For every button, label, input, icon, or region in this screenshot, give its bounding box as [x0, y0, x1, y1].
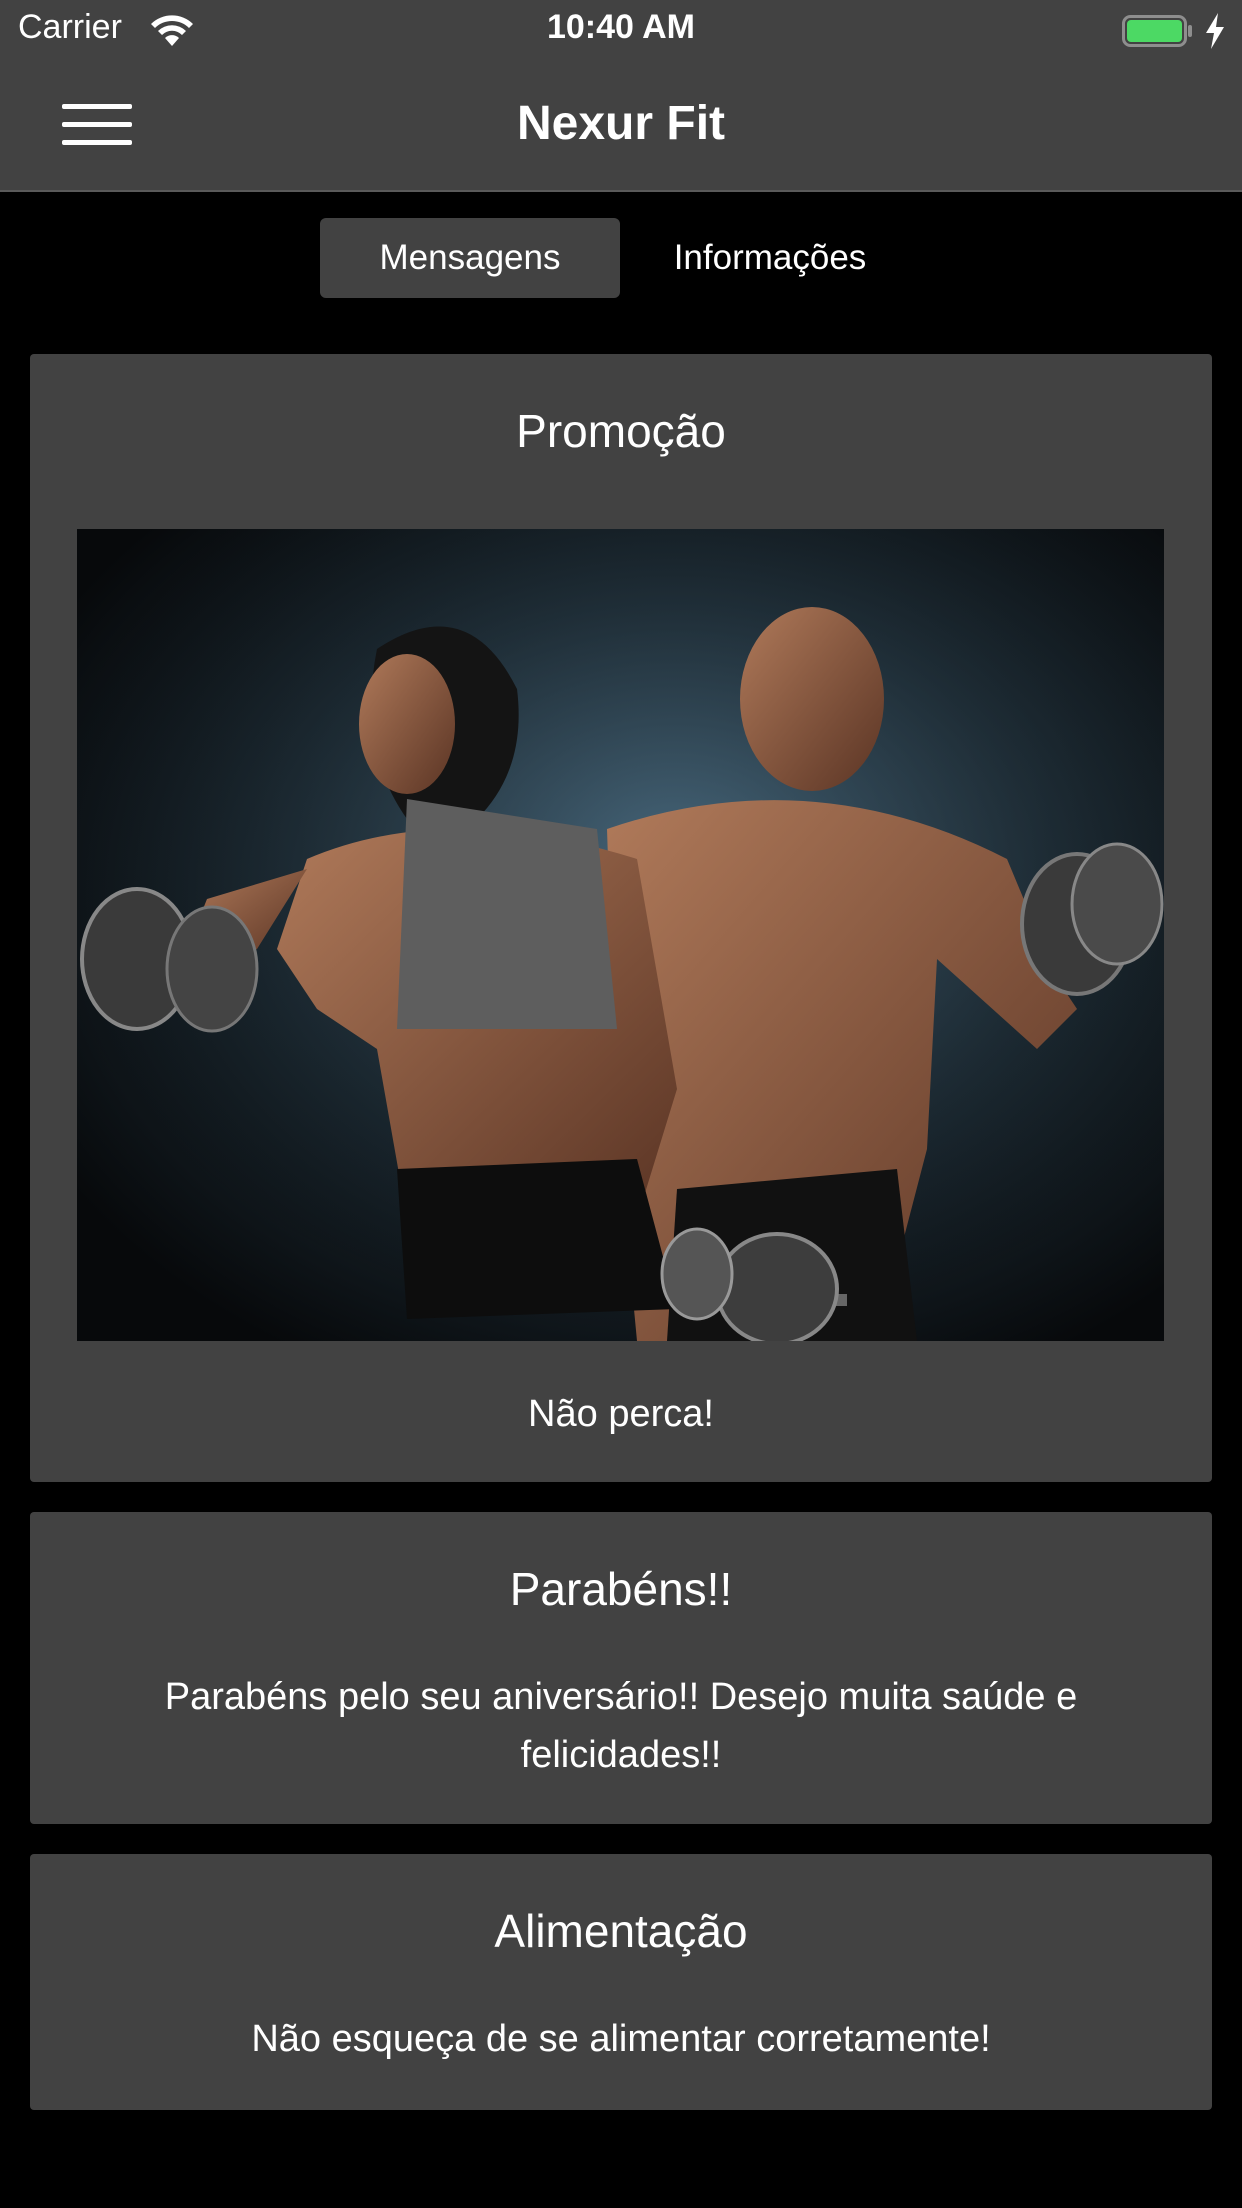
battery-icon: [1122, 15, 1192, 47]
message-card-promocao[interactable]: Promoção Não perca!: [30, 354, 1212, 1482]
status-bar: Carrier 10:40 AM: [0, 0, 1242, 60]
message-card-alimentacao[interactable]: Alimentação Não esqueça de se alimentar …: [30, 1854, 1212, 2110]
tab-mensagens[interactable]: Mensagens: [320, 218, 620, 298]
card-body: Parabéns pelo seu aniversário!! Desejo m…: [164, 1676, 1078, 1776]
card-title: Alimentação: [494, 1905, 748, 1957]
navigation-bar: Nexur Fit: [0, 60, 1242, 192]
app-title: Nexur Fit: [516, 97, 726, 150]
tab-informacoes[interactable]: Informações: [620, 218, 920, 298]
card-title: Promoção: [516, 405, 726, 457]
card-body: Não perca!: [528, 1393, 714, 1435]
message-card-parabens[interactable]: Parabéns!! Parabéns pelo seu aniversário…: [30, 1512, 1212, 1824]
fitness-promo-image: [77, 529, 1164, 1341]
segmented-control: Mensagens Informações: [320, 218, 920, 298]
card-title: Parabéns!!: [509, 1563, 733, 1615]
status-time: 10:40 AM: [546, 8, 696, 46]
charging-icon: [1206, 13, 1224, 49]
card-body: Não esqueça de se alimentar corretamente…: [251, 2018, 991, 2060]
